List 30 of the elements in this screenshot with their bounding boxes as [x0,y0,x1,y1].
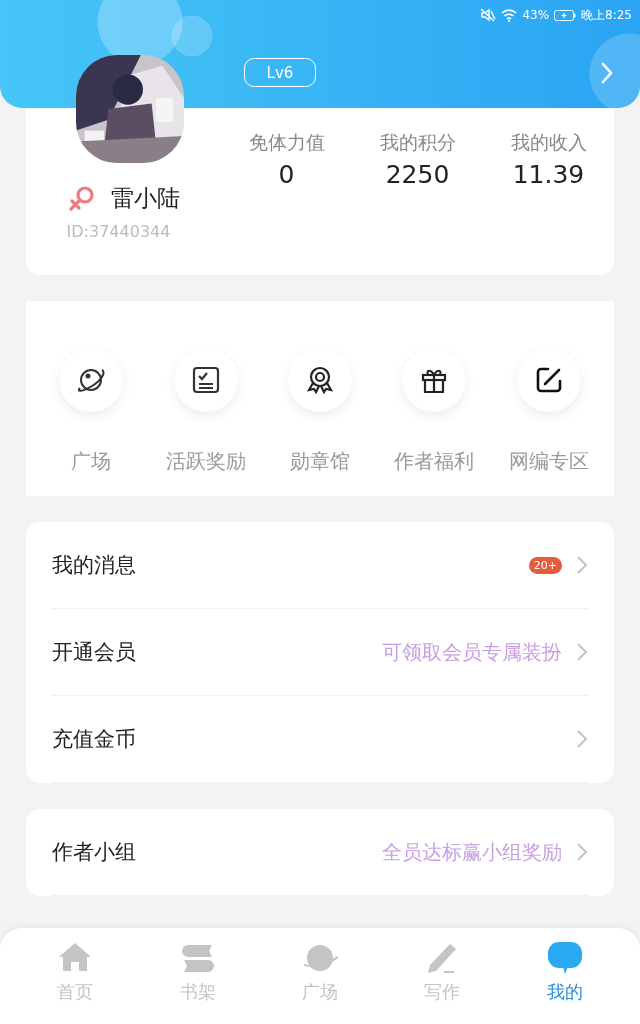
menu-item[interactable]: 充值金币 [52,696,588,783]
chevron-right-icon [576,642,588,662]
shortcut-label: 勋章馆 [289,448,350,475]
shortcut-label: 活跃奖励 [165,448,246,475]
user-id: ID:37440344 [66,222,171,241]
stat-value[interactable]: 2250 [385,160,450,189]
menu-item[interactable]: 作者小组 全员达标赢小组奖励 [52,809,588,896]
menu-hint: 全员达标赢小组奖励 [382,838,562,866]
stat-label: 我的收入 [510,130,587,155]
tab[interactable]: 我的 [514,940,615,1004]
menu-item[interactable]: 我的消息 20+ [52,522,588,609]
chevron-right-icon [576,555,588,575]
user-name: 雷小陆 [111,184,180,213]
chevron-right-icon [576,842,588,862]
shortcut-label: 作者福利 [394,448,475,475]
stat-value[interactable]: 0 [278,160,295,189]
mute-icon [480,8,497,22]
stat-value[interactable]: 11.39 [512,160,585,189]
clock: 晚上8:25 [581,6,632,24]
shortcut-label: 广场 [71,448,112,475]
chevron-right-icon [576,729,588,749]
count-badge: 20+ [528,556,562,574]
stat-label: 免体力值 [248,130,325,155]
battery-icon [554,9,577,21]
battery-percent: 43% [522,8,550,22]
menu-hint: 可领取会员专属装扮 [382,638,562,666]
menu-item[interactable]: 开通会员 可领取会员专属装扮 [52,609,588,696]
wifi-icon [501,8,518,22]
stat-label: 我的积分 [379,130,456,155]
shortcut-label: 网编专区 [508,448,589,475]
